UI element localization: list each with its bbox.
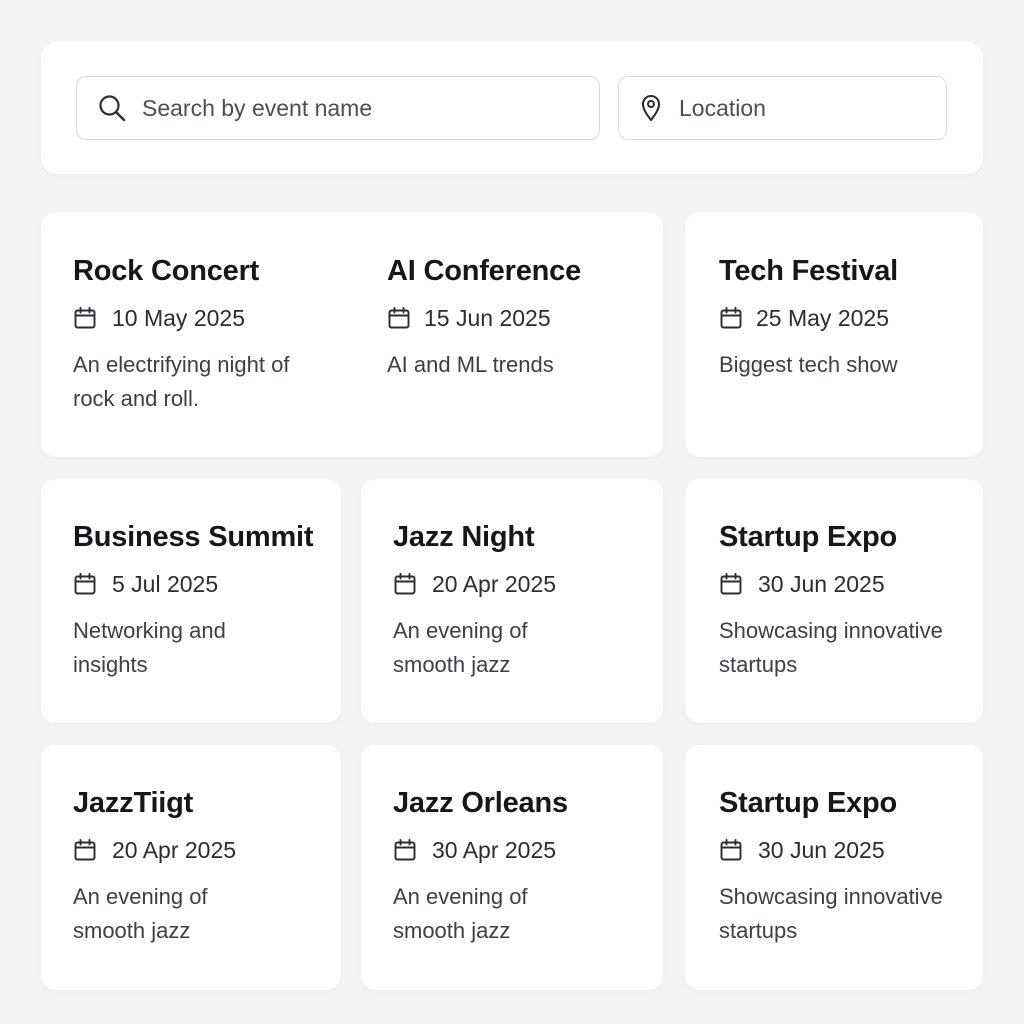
event-date-text: 15 Jun 2025: [424, 304, 551, 331]
event-date: 15 Jun 2025: [387, 304, 647, 332]
location-input[interactable]: [679, 94, 946, 122]
calendar-icon: [719, 572, 743, 596]
event-description: Biggest tech show: [719, 352, 898, 377]
event-date-text: 30 Jun 2025: [758, 570, 885, 597]
event-description: AI and ML trends: [387, 352, 554, 377]
calendar-icon: [73, 306, 97, 330]
search-icon: [97, 93, 127, 123]
event-date: 10 May 2025: [73, 304, 323, 332]
event-item[interactable]: Startup Expo 30 Jun 2025 Showcasing inno…: [719, 519, 969, 682]
event-title: Jazz Night: [393, 521, 535, 553]
calendar-icon: [393, 838, 417, 862]
event-title: Rock Concert: [73, 255, 260, 287]
event-date-text: 5 Jul 2025: [112, 570, 219, 597]
event-date: 30 Jun 2025: [719, 836, 969, 864]
event-description: Showcasing innovative startups: [719, 884, 943, 943]
event-item[interactable]: JazzTiigt 20 Apr 2025 An evening of smoo…: [73, 785, 323, 948]
event-title: Startup Expo: [719, 787, 898, 819]
search-field[interactable]: [76, 76, 600, 140]
event-item[interactable]: Jazz Orleans 30 Apr 2025 An evening of s…: [393, 785, 643, 948]
event-description: Showcasing innovative startups: [719, 618, 943, 677]
event-date-text: 30 Apr 2025: [432, 836, 557, 863]
event-description: An evening of smooth jazz: [393, 884, 528, 943]
event-title: Startup Expo: [719, 521, 898, 553]
search-input[interactable]: [142, 94, 599, 122]
calendar-icon: [719, 306, 743, 330]
event-item[interactable]: AI Conference 15 Jun 2025 AI and ML tren…: [387, 253, 647, 382]
event-item[interactable]: Business Summit 5 Jul 2025 Networking an…: [73, 519, 333, 682]
event-date: 5 Jul 2025: [73, 570, 333, 598]
event-description: An electrifying night of rock and roll.: [73, 352, 290, 411]
event-date: 30 Apr 2025: [393, 836, 643, 864]
event-date-text: 20 Apr 2025: [112, 836, 237, 863]
event-item[interactable]: Tech Festival 25 May 2025 Biggest tech s…: [719, 253, 969, 382]
event-title: AI Conference: [387, 255, 581, 287]
event-title: Tech Festival: [719, 255, 898, 287]
event-title: Jazz Orleans: [393, 787, 568, 819]
calendar-icon: [73, 572, 97, 596]
event-date: 20 Apr 2025: [73, 836, 323, 864]
calendar-icon: [387, 306, 411, 330]
event-title: JazzTiigt: [73, 787, 194, 819]
event-date-text: 20 Apr 2025: [432, 570, 557, 597]
location-field[interactable]: [618, 76, 947, 140]
event-date: 20 Apr 2025: [393, 570, 643, 598]
event-item[interactable]: Startup Expo 30 Jun 2025 Showcasing inno…: [719, 785, 969, 948]
search-panel: [41, 42, 983, 174]
event-date-text: 30 Jun 2025: [758, 836, 885, 863]
event-date-text: 25 May 2025: [756, 304, 889, 331]
event-date: 25 May 2025: [719, 304, 969, 332]
event-description: Networking and insights: [73, 618, 226, 677]
event-item[interactable]: Jazz Night 20 Apr 2025 An evening of smo…: [393, 519, 643, 682]
event-description: An evening of smooth jazz: [393, 618, 528, 677]
event-date: 30 Jun 2025: [719, 570, 969, 598]
event-item[interactable]: Rock Concert 10 May 2025 An electrifying…: [73, 253, 323, 416]
calendar-icon: [393, 572, 417, 596]
map-pin-icon: [639, 93, 663, 123]
event-description: An evening of smooth jazz: [73, 884, 208, 943]
calendar-icon: [73, 838, 97, 862]
event-title: Business Summit: [73, 521, 314, 553]
event-date-text: 10 May 2025: [112, 304, 245, 331]
calendar-icon: [719, 838, 743, 862]
